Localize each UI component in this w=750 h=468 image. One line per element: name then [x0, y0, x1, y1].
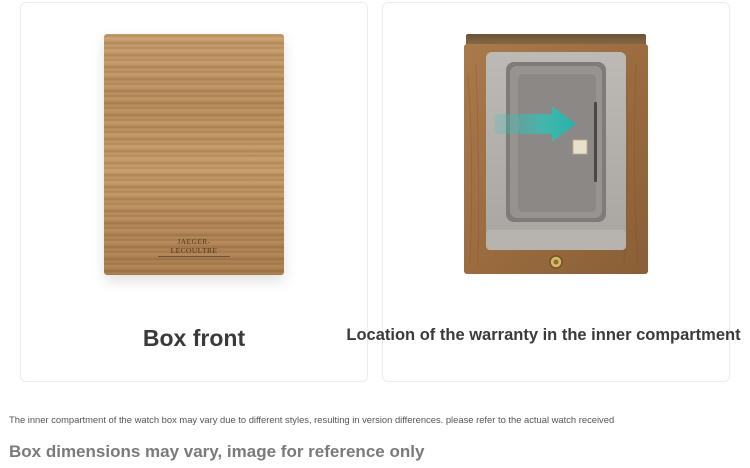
version-note: The inner compartment of the watch box m… — [9, 414, 615, 425]
brand-logo-text: JAEGER-LECOULTRE — [170, 237, 218, 255]
dimensions-disclaimer: Box dimensions may vary, image for refer… — [9, 442, 425, 461]
brand-logo: JAEGER-LECOULTRE — [158, 237, 230, 257]
caption-warranty-location: Location of the warranty in the inner co… — [346, 326, 741, 344]
open-box-image — [464, 34, 648, 274]
caption-box-front: Box front — [142, 325, 246, 351]
warranty-slot — [594, 102, 597, 182]
warranty-card — [572, 139, 588, 155]
box-front-image: JAEGER-LECOULTRE — [104, 34, 284, 275]
